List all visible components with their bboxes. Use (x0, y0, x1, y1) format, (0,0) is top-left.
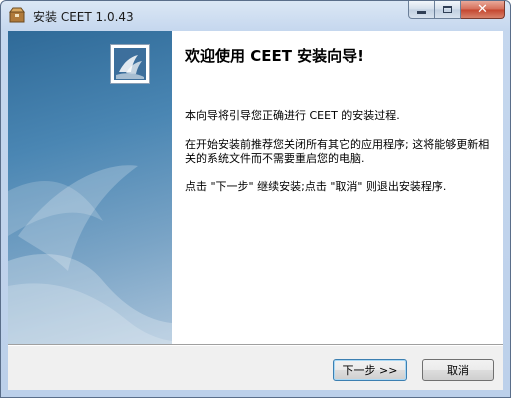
maximize-button[interactable] (435, 1, 461, 19)
installer-window: 安装 CEET 1.0.43 ✕ 欢迎使用 CEET 安装向导! 本向导将引导您… (0, 0, 511, 398)
minimize-icon (417, 11, 426, 14)
installer-box-icon (9, 7, 25, 23)
minimize-button[interactable] (408, 1, 435, 19)
caption-buttons: ✕ (408, 1, 505, 20)
title-bar[interactable]: 安装 CEET 1.0.43 ✕ (1, 1, 510, 31)
close-apps-paragraph: 在开始安装前推荐您关闭所有其它的应用程序; 这将能够更新相关的系统文件而不需要重… (185, 138, 490, 165)
close-button[interactable]: ✕ (461, 1, 505, 19)
instructions-paragraph: 点击 "下一步" 继续安装;点击 "取消" 则退出安装程序. (185, 180, 447, 193)
wizard-body: 欢迎使用 CEET 安装向导! 本向导将引导您正确进行 CEET 的安装过程. … (8, 31, 503, 390)
cancel-button[interactable]: 取消 (422, 359, 494, 381)
intro-paragraph: 本向导将引导您正确进行 CEET 的安装过程. (185, 109, 400, 122)
ceet-sail-logo-icon (110, 44, 150, 84)
window-title: 安装 CEET 1.0.43 (33, 10, 134, 24)
close-icon: ✕ (477, 2, 488, 17)
next-button[interactable]: 下一步 >> (333, 359, 407, 381)
button-divider (8, 344, 503, 346)
maximize-icon (443, 6, 452, 13)
wizard-heading: 欢迎使用 CEET 安装向导! (185, 47, 365, 65)
